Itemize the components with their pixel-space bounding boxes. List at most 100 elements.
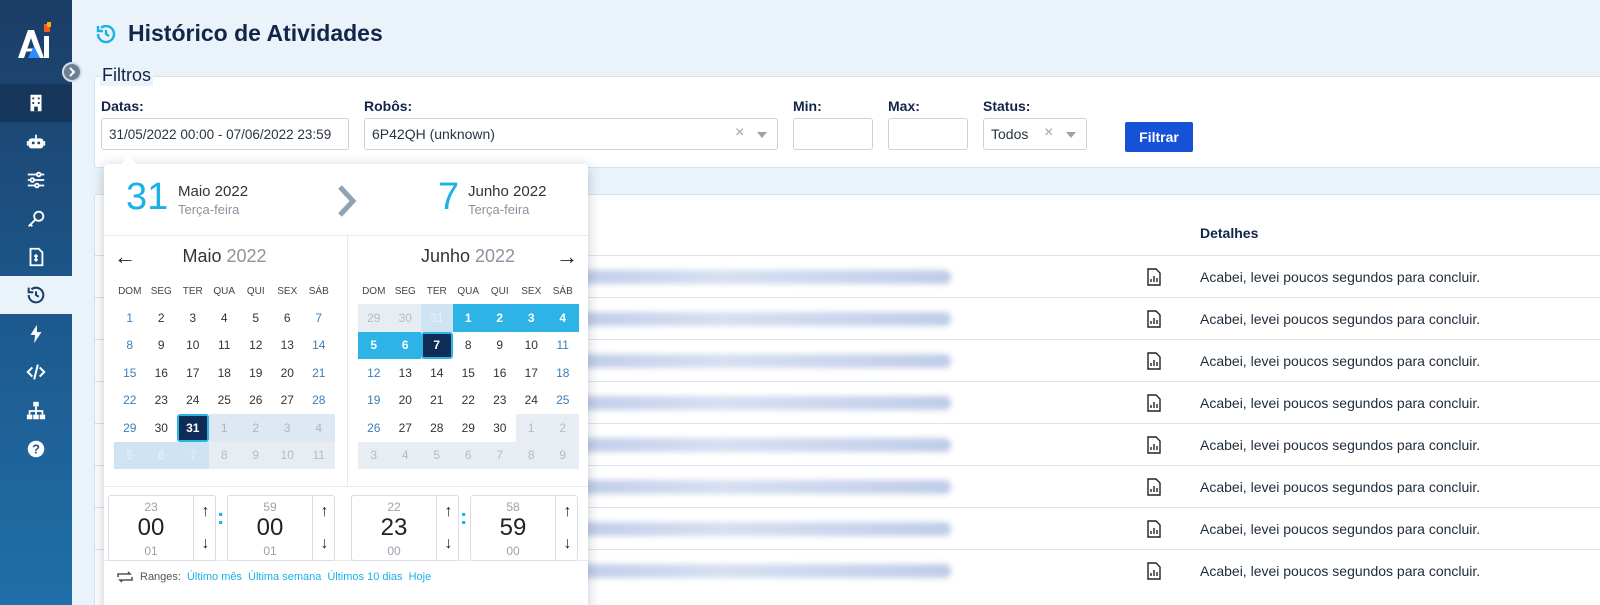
calendar-day[interactable]: 27 bbox=[272, 387, 304, 415]
sidebar-item-api[interactable] bbox=[0, 353, 72, 391]
robots-select[interactable]: 6P42QH (unknown) × bbox=[364, 118, 778, 150]
calendar-day[interactable]: 12 bbox=[240, 332, 272, 360]
calendar-day[interactable]: 1 bbox=[208, 414, 240, 442]
calendar-day[interactable]: 5 bbox=[114, 441, 146, 469]
calendar-day[interactable]: 9 bbox=[547, 441, 579, 469]
calendar-day[interactable]: 7 bbox=[484, 441, 516, 469]
calendar-day[interactable]: 9 bbox=[146, 332, 178, 360]
calendar-day[interactable]: 1 bbox=[452, 304, 484, 332]
clear-icon[interactable]: × bbox=[1044, 124, 1053, 142]
calendar-day[interactable]: 10 bbox=[516, 332, 548, 360]
range-last-10-days[interactable]: Últimos 10 dias bbox=[327, 571, 402, 583]
calendar-day[interactable]: 24 bbox=[177, 387, 209, 415]
calendar-day[interactable]: 20 bbox=[390, 387, 422, 415]
report-icon[interactable] bbox=[1146, 310, 1162, 328]
calendar-day[interactable]: 5 bbox=[358, 331, 390, 359]
calendar-day[interactable]: 4 bbox=[303, 414, 335, 442]
max-input[interactable] bbox=[888, 118, 968, 150]
calendar-day[interactable]: 6 bbox=[272, 304, 304, 332]
arrow-down-icon[interactable]: ↓ bbox=[445, 535, 453, 553]
calendar-day[interactable]: 25 bbox=[547, 387, 579, 415]
calendar-day[interactable]: 31 bbox=[177, 414, 209, 442]
app-logo[interactable] bbox=[14, 22, 54, 62]
report-icon[interactable] bbox=[1146, 394, 1162, 412]
arrow-down-icon[interactable]: ↓ bbox=[202, 535, 210, 553]
calendar-day[interactable]: 2 bbox=[240, 414, 272, 442]
calendar-day[interactable]: 8 bbox=[114, 332, 146, 360]
calendar-day[interactable]: 3 bbox=[515, 304, 547, 332]
calendar-day[interactable]: 28 bbox=[303, 387, 335, 415]
calendar-day[interactable]: 10 bbox=[177, 332, 209, 360]
calendar-day[interactable]: 24 bbox=[516, 387, 548, 415]
calendar-day[interactable]: 7 bbox=[177, 441, 209, 469]
calendar-day[interactable]: 18 bbox=[209, 359, 241, 387]
calendar-day[interactable]: 8 bbox=[208, 441, 240, 469]
calendar-day[interactable]: 3 bbox=[358, 441, 390, 469]
calendar-day[interactable]: 15 bbox=[114, 359, 146, 387]
sidebar-item-companies[interactable] bbox=[0, 84, 72, 122]
calendar-day[interactable]: 26 bbox=[240, 387, 272, 415]
arrow-up-icon[interactable]: ↑ bbox=[564, 503, 572, 521]
calendar-day[interactable]: 23 bbox=[484, 387, 516, 415]
calendar-day[interactable]: 14 bbox=[421, 359, 453, 387]
calendar-day[interactable]: 29 bbox=[358, 304, 390, 332]
calendar-day[interactable]: 31 bbox=[421, 304, 453, 332]
calendar-day[interactable]: 16 bbox=[146, 359, 178, 387]
calendar-day[interactable]: 2 bbox=[484, 304, 516, 332]
report-icon[interactable] bbox=[1146, 268, 1162, 286]
sidebar-item-history[interactable] bbox=[0, 276, 72, 314]
calendar-day[interactable]: 7 bbox=[303, 304, 335, 332]
chevron-down-icon[interactable] bbox=[757, 132, 767, 138]
range-last-week[interactable]: Última semana bbox=[248, 571, 321, 583]
calendar-day[interactable]: 18 bbox=[547, 359, 579, 387]
end-minute-spinner[interactable]: 58 59 00 ↑ ↓ bbox=[470, 495, 578, 561]
sidebar-toggle-button[interactable] bbox=[62, 62, 82, 82]
report-icon[interactable] bbox=[1146, 352, 1162, 370]
calendar-day[interactable]: 29 bbox=[453, 414, 485, 442]
report-icon[interactable] bbox=[1146, 520, 1162, 538]
calendar-day[interactable]: 9 bbox=[484, 332, 516, 360]
range-today[interactable]: Hoje bbox=[409, 571, 432, 583]
calendar-day[interactable]: 8 bbox=[515, 441, 547, 469]
calendar-day[interactable]: 23 bbox=[146, 387, 178, 415]
calendar-day[interactable]: 21 bbox=[421, 387, 453, 415]
calendar-day[interactable]: 15 bbox=[453, 359, 485, 387]
min-input[interactable] bbox=[793, 118, 873, 150]
calendar-day[interactable]: 14 bbox=[303, 332, 335, 360]
arrow-down-icon[interactable]: ↓ bbox=[321, 535, 329, 553]
calendar-day[interactable]: 3 bbox=[177, 304, 209, 332]
calendar-day[interactable]: 27 bbox=[390, 414, 422, 442]
calendar-day[interactable]: 4 bbox=[547, 304, 579, 332]
calendar-day[interactable]: 10 bbox=[271, 441, 303, 469]
calendar-day[interactable]: 26 bbox=[358, 414, 390, 442]
calendar-day[interactable]: 13 bbox=[390, 359, 422, 387]
start-hour-spinner[interactable]: 23 00 01 ↑ ↓ bbox=[108, 495, 216, 561]
end-hour-spinner[interactable]: 22 23 00 ↑ ↓ bbox=[351, 495, 459, 561]
calendar-day[interactable]: 30 bbox=[146, 414, 178, 442]
calendar-day[interactable]: 2 bbox=[547, 414, 579, 442]
calendar-day[interactable]: 20 bbox=[272, 359, 304, 387]
calendar-day[interactable]: 11 bbox=[303, 441, 335, 469]
calendar-day[interactable]: 8 bbox=[453, 332, 485, 360]
clear-icon[interactable]: × bbox=[735, 124, 744, 142]
calendar-day[interactable]: 16 bbox=[484, 359, 516, 387]
calendar-day[interactable]: 19 bbox=[358, 387, 390, 415]
arrow-up-icon[interactable]: ↑ bbox=[202, 503, 210, 521]
calendar-day[interactable]: 9 bbox=[240, 441, 272, 469]
calendar-day[interactable]: 19 bbox=[240, 359, 272, 387]
calendar-day[interactable]: 2 bbox=[146, 304, 178, 332]
sidebar-item-triggers[interactable] bbox=[0, 315, 72, 353]
calendar-day[interactable]: 11 bbox=[209, 332, 241, 360]
sidebar-item-robots[interactable] bbox=[0, 123, 72, 161]
calendar-day[interactable]: 22 bbox=[114, 387, 146, 415]
report-icon[interactable] bbox=[1146, 436, 1162, 454]
status-select[interactable]: Todos × bbox=[983, 118, 1087, 150]
sidebar-item-keys[interactable] bbox=[0, 200, 72, 238]
calendar-day[interactable]: 7 bbox=[421, 331, 453, 359]
calendar-day[interactable]: 6 bbox=[389, 331, 421, 359]
calendar-day[interactable]: 17 bbox=[516, 359, 548, 387]
calendar-day[interactable]: 1 bbox=[515, 414, 547, 442]
sidebar-item-network[interactable] bbox=[0, 392, 72, 430]
calendar-day[interactable]: 28 bbox=[421, 414, 453, 442]
filter-button[interactable]: Filtrar bbox=[1125, 122, 1193, 152]
